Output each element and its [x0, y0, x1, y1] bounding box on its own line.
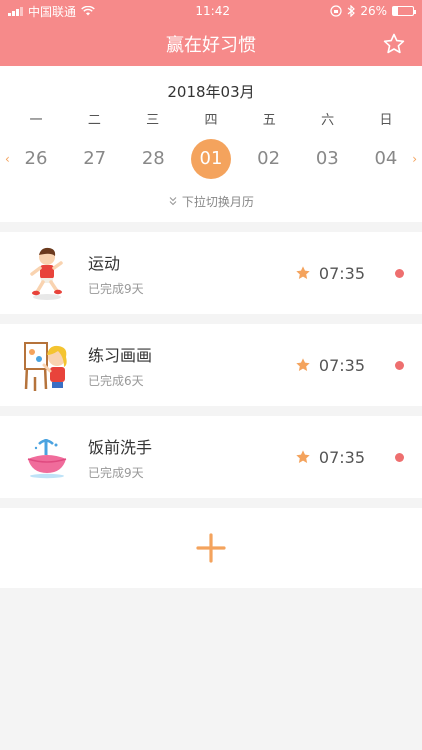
battery-icon: [392, 6, 416, 16]
pull-down-hint[interactable]: 下拉切换月历: [0, 193, 422, 210]
plus-icon: [196, 533, 226, 563]
weekday-label: 五: [262, 113, 276, 128]
favorite-button[interactable]: [380, 30, 408, 58]
reminder-time: 07:35: [318, 263, 365, 283]
date-row: 26 27 28 01 02 03 04: [0, 139, 422, 179]
date-cell[interactable]: 27: [74, 139, 116, 179]
wifi-icon: [81, 6, 95, 16]
next-week-arrow[interactable]: ›: [412, 139, 417, 179]
reminder-time: 07:35: [318, 355, 365, 375]
habit-progress: 已完成9天: [88, 281, 144, 296]
orientation-lock-icon: [330, 5, 342, 17]
habit-reminder: 07:35: [295, 264, 365, 283]
status-dot: [395, 268, 404, 278]
month-label: 2018年03月: [167, 83, 255, 101]
title-bar: 赢在好习惯: [0, 22, 422, 66]
date-cell[interactable]: 03: [306, 139, 348, 179]
weekday-label: 四: [204, 113, 218, 128]
status-bar: 中国联通 11:42 26%: [0, 0, 422, 22]
star-filled-icon: [296, 358, 310, 371]
weekday-label: 二: [87, 113, 101, 128]
clock-text: 11:42: [195, 4, 230, 18]
star-outline-icon: [383, 33, 405, 54]
status-right: 26%: [330, 4, 416, 18]
prev-week-arrow[interactable]: ‹: [5, 139, 10, 179]
battery-fill: [393, 7, 399, 15]
habit-reminder: 07:35: [295, 448, 365, 467]
date-row-wrapper: ‹ 26 27 28 01 02 03 04 ›: [0, 139, 422, 179]
habit-reminder: 07:35: [295, 356, 365, 375]
star-filled-icon: [296, 266, 310, 279]
date-cell[interactable]: 26: [15, 139, 57, 179]
weekday-label: 一: [29, 113, 43, 128]
date-cell[interactable]: 02: [248, 139, 290, 179]
week-calendar: 2018年03月 一 二 三 四 五 六 日 ‹ 26 27 28 01 02 …: [0, 66, 422, 222]
status-dot: [395, 360, 404, 370]
habit-item[interactable]: 练习画画 已完成6天 07:35: [0, 324, 422, 406]
habit-name: 运动: [88, 253, 121, 273]
running-kid-icon: [22, 243, 72, 303]
painting-girl-icon: [22, 335, 72, 395]
hand-wash-icon: [22, 427, 72, 487]
signal-icon: [8, 6, 23, 16]
date-cell-selected[interactable]: 01: [190, 139, 231, 179]
habit-name: 饭前洗手: [88, 437, 153, 457]
weekday-row: 一 二 三 四 五 六 日: [0, 106, 422, 131]
habit-text: 运动 已完成9天: [88, 250, 295, 297]
section-gap: [0, 222, 422, 232]
habit-text: 练习画画 已完成6天: [88, 342, 295, 389]
status-left: 中国联通: [8, 3, 95, 20]
status-dot: [395, 452, 404, 462]
star-filled-icon: [296, 450, 310, 463]
double-chevron-down-icon: [169, 197, 177, 206]
habit-item[interactable]: 饭前洗手 已完成9天 07:35: [0, 416, 422, 498]
habit-progress: 已完成6天: [88, 373, 144, 388]
weekday-label: 日: [379, 113, 393, 128]
habit-name: 练习画画: [88, 345, 153, 365]
carrier-text: 中国联通: [28, 4, 77, 19]
battery-text: 26%: [360, 4, 387, 18]
add-habit-button[interactable]: [0, 508, 422, 588]
header-area: 中国联通 11:42 26% 赢在好习惯: [0, 0, 422, 66]
habit-progress: 已完成9天: [88, 465, 144, 480]
page-title: 赢在好习惯: [166, 35, 256, 56]
weekday-label: 六: [321, 113, 335, 128]
date-cell[interactable]: 28: [132, 139, 174, 179]
habit-item[interactable]: 运动 已完成9天 07:35: [0, 232, 422, 314]
date-cell[interactable]: 04: [365, 139, 407, 179]
weekday-label: 三: [146, 113, 160, 128]
reminder-time: 07:35: [318, 447, 365, 467]
bluetooth-icon: [347, 5, 356, 17]
pull-down-hint-text: 下拉切换月历: [181, 195, 254, 209]
habit-text: 饭前洗手 已完成9天: [88, 434, 295, 481]
